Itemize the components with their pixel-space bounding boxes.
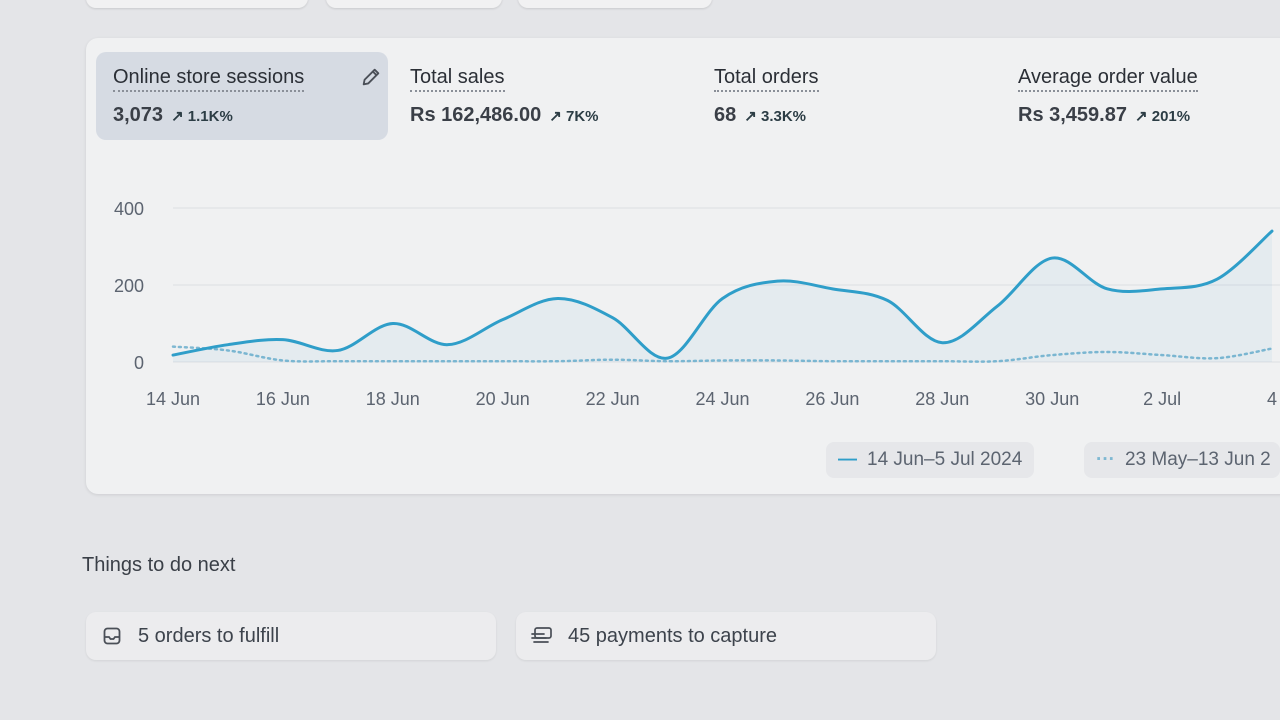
x-tick-label: 16 Jun (256, 389, 310, 409)
x-tick-label: 28 Jun (915, 389, 969, 409)
x-tick-label: 4 (1267, 389, 1277, 409)
things-to-do-next-heading: Things to do next (82, 554, 236, 576)
legend-label: 14 Jun–5 Jul 2024 (867, 449, 1023, 470)
legend-current-period[interactable]: — 14 Jun–5 Jul 2024 (826, 442, 1035, 478)
x-tick-label: 26 Jun (805, 389, 859, 409)
x-tick-label: 24 Jun (695, 389, 749, 409)
x-tick-label: 2 Jul (1143, 389, 1181, 409)
legend-label: 23 May–13 Jun 2 (1124, 449, 1271, 470)
task-payments-to-capture[interactable]: 45 payments to capture (516, 612, 936, 660)
top-tab-1[interactable] (86, 0, 308, 8)
legend-dotted-marker: ··· (1096, 449, 1115, 470)
top-tab-2[interactable] (326, 0, 502, 8)
y-tick-label: 200 (114, 276, 144, 296)
analytics-card: Online store sessions 3,073 ↗ 1.1K% Total… (86, 38, 1280, 494)
sessions-line-chart: 0 200 400 14 Jun 16 Jun 18 Jun 20 Jun 22 Jun 24 … (114, 199, 1280, 409)
y-tick-label: 0 (134, 353, 144, 373)
x-tick-label: 22 Jun (586, 389, 640, 409)
task-label: 5 orders to fulfill (138, 624, 280, 647)
x-tick-label: 14 Jun (146, 389, 200, 409)
task-label: 45 payments to capture (568, 624, 778, 647)
legend-previous-period[interactable]: ··· 23 May–13 Jun 2 (1084, 442, 1280, 478)
task-orders-to-fulfill[interactable]: 5 orders to fulfill (86, 612, 496, 660)
x-tick-label: 20 Jun (476, 389, 530, 409)
x-tick-label: 30 Jun (1025, 389, 1079, 409)
x-tick-label: 18 Jun (366, 389, 420, 409)
cash-icon (530, 624, 554, 648)
inbox-icon (100, 624, 124, 648)
y-tick-label: 400 (114, 199, 144, 219)
legend-solid-marker: — (838, 449, 857, 470)
top-tab-3[interactable] (518, 0, 712, 8)
series-area-current-period (173, 231, 1272, 362)
